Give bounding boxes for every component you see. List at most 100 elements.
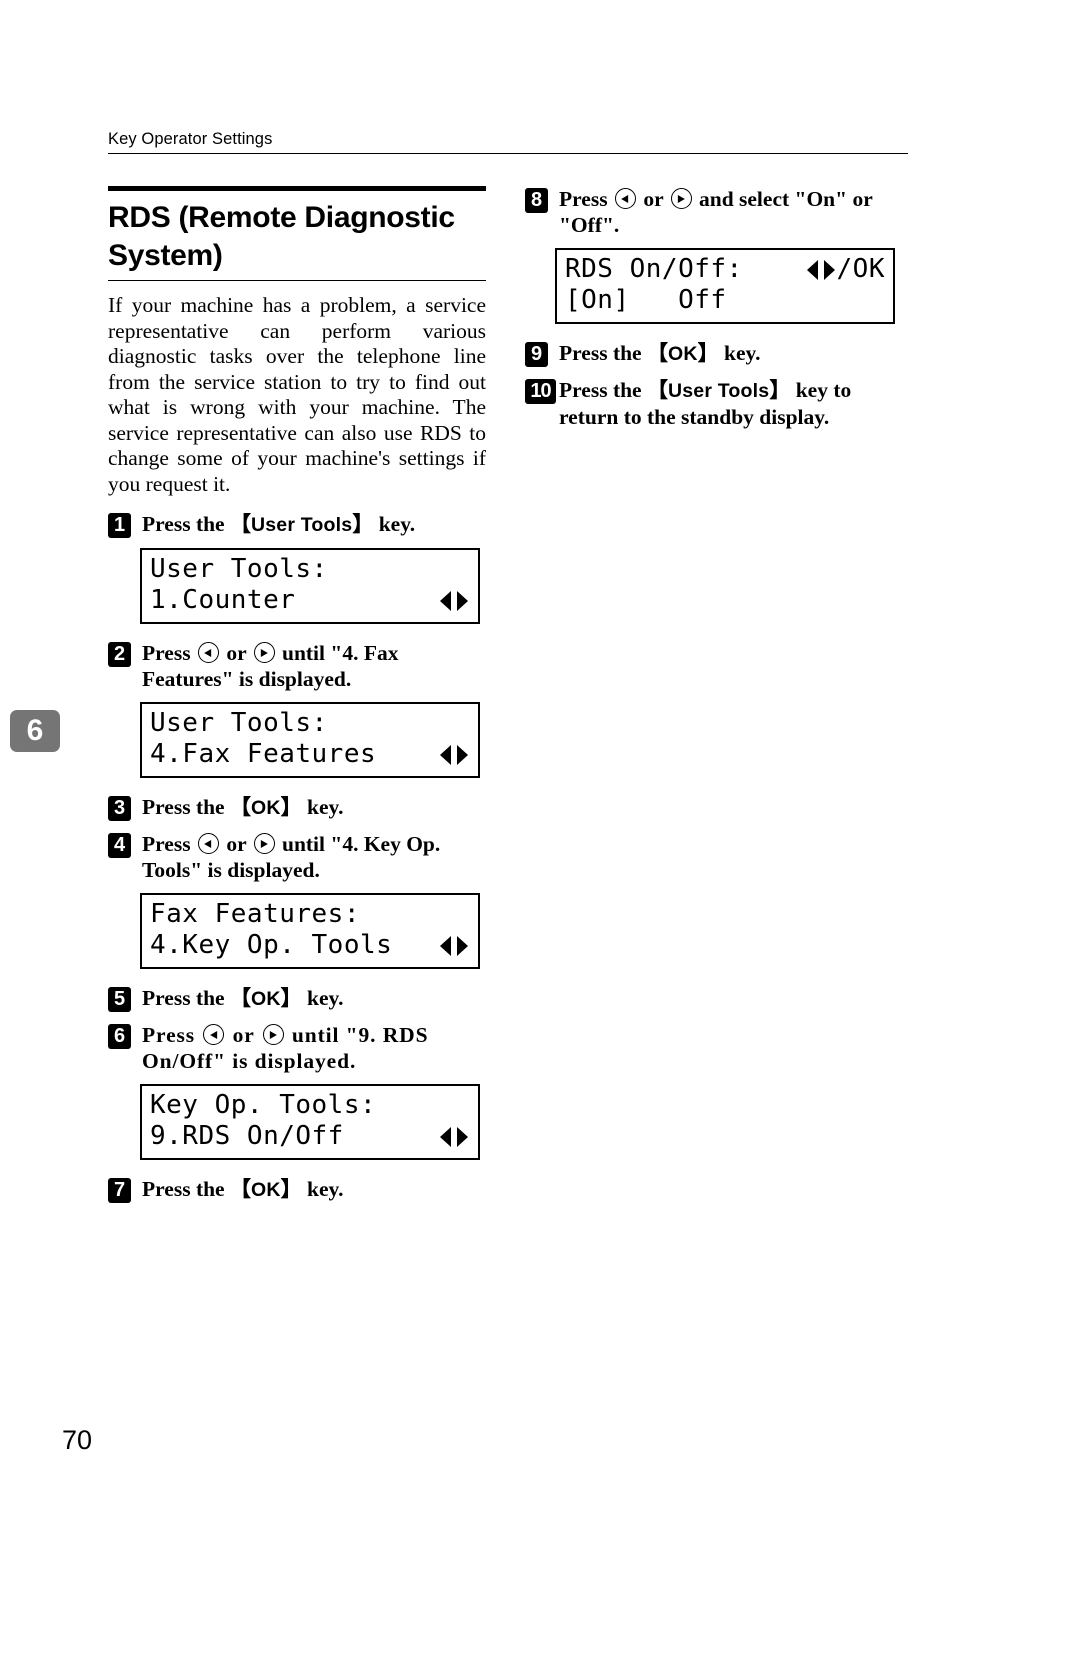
- step-4-mid: or: [220, 832, 252, 856]
- step-text-2: Press or until "4. Fax Features" is disp…: [142, 641, 398, 691]
- left-arrow-icon: [614, 188, 636, 209]
- step-10-key: User Tools: [667, 380, 770, 402]
- left-right-arrows-icon: [440, 591, 468, 611]
- step-10: 10 Press the 【User Tools】 key to return …: [525, 377, 909, 430]
- right-arrow-icon: [253, 833, 275, 854]
- step-number-4: 4: [108, 833, 131, 858]
- step-text-5: Press the 【OK】 key.: [142, 986, 344, 1010]
- right-arrow-icon: [253, 642, 275, 663]
- step-5-post: key.: [301, 986, 344, 1010]
- left-right-arrows-icon: [807, 260, 835, 280]
- lcd2-line2-row: 4.Fax Features: [150, 739, 470, 770]
- step-7-key: OK: [250, 1179, 281, 1201]
- step-8: 8 Press or and select "On" or "Off".: [525, 186, 909, 238]
- step-number-9: 9: [525, 342, 548, 367]
- lcd-fax-features-keyop: Fax Features: 4.Key Op. Tools: [140, 893, 480, 969]
- step-2-pre: Press: [142, 641, 196, 665]
- step-text-7: Press the 【OK】 key.: [142, 1177, 344, 1201]
- step-number-7: 7: [108, 1178, 131, 1203]
- lcd4-line2-row: 9.RDS On/Off: [150, 1121, 470, 1152]
- lcd4-line1: Key Op. Tools:: [150, 1090, 377, 1120]
- step-text-10: Press the 【User Tools】 key to return to …: [559, 378, 852, 429]
- lcd2-line1: User Tools:: [150, 708, 328, 738]
- left-right-arrows-icon: [440, 936, 468, 956]
- lcd-user-tools-counter: User Tools: 1.Counter: [140, 548, 480, 624]
- chapter-tab: 6: [10, 710, 60, 752]
- step-number-6: 6: [108, 1024, 131, 1049]
- step-4-pre: Press: [142, 832, 196, 856]
- left-arrow-icon: [203, 1024, 225, 1045]
- step-5-key: OK: [250, 988, 281, 1010]
- page-number: 70: [62, 1425, 93, 1455]
- intro-paragraph: If your machine has a problem, a service…: [108, 293, 486, 496]
- lcd3-line2-row: 4.Key Op. Tools: [150, 930, 470, 961]
- step-number-1: 1: [108, 513, 131, 538]
- right-column: 8 Press or and select "On" or "Off". RDS…: [525, 186, 910, 440]
- step-number-5: 5: [108, 987, 131, 1012]
- step-3: 3 Press the 【OK】 key.: [108, 794, 492, 821]
- lcd-keyop-rds: Key Op. Tools: 9.RDS On/Off: [140, 1084, 480, 1160]
- step-3-key: OK: [250, 797, 281, 819]
- step-3-post: key.: [301, 795, 344, 819]
- lcd5-line1-row: RDS On/Off: /OK: [565, 254, 885, 285]
- lcd3-line1: Fax Features:: [150, 899, 360, 929]
- header-rule: [108, 153, 908, 154]
- lcd-user-tools-fax: User Tools: 4.Fax Features: [140, 702, 480, 778]
- step-1-pre: Press the: [142, 512, 230, 536]
- step-1: 1 Press the 【User Tools】 key.: [108, 511, 492, 538]
- step-5-pre: Press the: [142, 986, 230, 1010]
- left-right-arrows-icon: [440, 745, 468, 765]
- lcd1-line2-row: 1.Counter: [150, 585, 470, 616]
- left-arrow-icon: [197, 833, 219, 854]
- lcd5-ok-label: /OK: [836, 254, 885, 284]
- step-2-mid: or: [220, 641, 252, 665]
- step-2: 2 Press or until "4. Fax Features" is di…: [108, 640, 492, 692]
- step-text-1: Press the 【User Tools】 key.: [142, 512, 416, 536]
- left-arrow-icon: [197, 642, 219, 663]
- document-page: Key Operator Settings 6 RDS (Remote Diag…: [0, 0, 1080, 1669]
- step-6-pre: Press: [142, 1023, 202, 1047]
- step-7: 7 Press the 【OK】 key.: [108, 1176, 492, 1203]
- running-header: Key Operator Settings: [108, 130, 908, 154]
- step-3-pre: Press the: [142, 795, 230, 819]
- step-text-3: Press the 【OK】 key.: [142, 795, 344, 819]
- lcd1-line1: User Tools:: [150, 554, 328, 584]
- step-number-3: 3: [108, 796, 131, 821]
- step-9-key: OK: [667, 343, 698, 365]
- step-8-mid: or: [637, 187, 669, 211]
- lcd5-line2: [On] Off: [565, 285, 727, 315]
- step-1-post: key.: [373, 512, 416, 536]
- step-8-pre: Press: [559, 187, 613, 211]
- step-text-6: Press or until "9. RDS On/Off" is displa…: [142, 1023, 428, 1073]
- step-4: 4 Press or until "4. Key Op. Tools" is d…: [108, 831, 492, 883]
- right-arrow-icon: [262, 1024, 284, 1045]
- lcd1-line2: 1.Counter: [150, 585, 296, 615]
- left-column: RDS (Remote Diagnostic System) If your m…: [108, 186, 493, 1213]
- running-header-text: Key Operator Settings: [108, 130, 273, 148]
- section-underline: [108, 280, 486, 281]
- lcd-rds-onoff: RDS On/Off: /OK [On] Off: [555, 248, 895, 324]
- page-title: RDS (Remote Diagnostic System): [108, 201, 455, 272]
- step-5: 5 Press the 【OK】 key.: [108, 985, 492, 1012]
- step-9-pre: Press the: [559, 341, 647, 365]
- step-1-key: User Tools: [250, 514, 353, 536]
- step-9: 9 Press the 【OK】 key.: [525, 340, 909, 367]
- step-9-post: key.: [718, 341, 761, 365]
- lcd4-line2: 9.RDS On/Off: [150, 1121, 344, 1151]
- step-7-post: key.: [301, 1177, 344, 1201]
- section-top-rule: [108, 186, 486, 191]
- lcd5-trailer-group: /OK: [807, 254, 885, 285]
- step-6-mid: or: [226, 1023, 261, 1047]
- step-number-2: 2: [108, 642, 131, 667]
- left-right-arrows-icon: [440, 1127, 468, 1147]
- step-number-8: 8: [525, 188, 548, 213]
- step-text-8: Press or and select "On" or "Off".: [559, 187, 872, 237]
- step-text-9: Press the 【OK】 key.: [559, 341, 761, 365]
- step-text-4: Press or until "4. Key Op. Tools" is dis…: [142, 832, 440, 882]
- step-7-pre: Press the: [142, 1177, 230, 1201]
- step-10-pre: Press the: [559, 378, 647, 402]
- lcd3-line2: 4.Key Op. Tools: [150, 930, 393, 960]
- lcd2-line2: 4.Fax Features: [150, 739, 377, 769]
- right-arrow-icon: [670, 188, 692, 209]
- step-6: 6 Press or until "9. RDS On/Off" is disp…: [108, 1022, 492, 1074]
